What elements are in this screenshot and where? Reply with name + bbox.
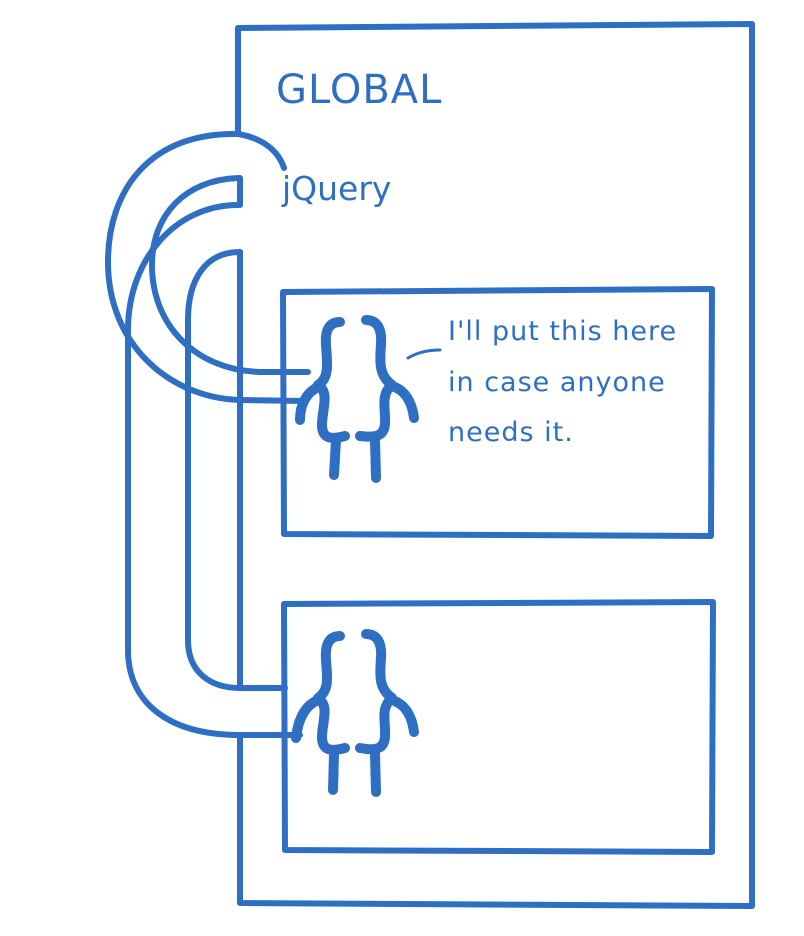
right-arm-2 — [387, 695, 419, 737]
left-leg-1 — [329, 435, 341, 480]
right-leg-2 — [370, 749, 381, 797]
reference-tube-1-cap — [235, 131, 287, 171]
note-line-2: in case anyone — [448, 367, 666, 398]
left-arm-2 — [291, 695, 323, 743]
global-scope-title: GLOBAL — [276, 67, 442, 113]
left-arm-1 — [295, 381, 325, 425]
scope-diagram: GLOBAL jQuery I'll put this here in case… — [105, 21, 755, 909]
scope-creature-1 — [295, 315, 419, 483]
left-brace-2 — [313, 631, 350, 755]
left-leg-2 — [328, 749, 339, 795]
note-line-1: I'll put this here — [448, 316, 677, 347]
note-line-3: needs it. — [448, 417, 574, 448]
inner-scope-box-2 — [281, 599, 716, 855]
reference-tube-2-inner — [185, 249, 288, 691]
scope-creature-2 — [291, 629, 419, 797]
global-scope-box — [235, 21, 755, 909]
right-leg-1 — [370, 435, 381, 483]
left-brace-1 — [313, 317, 350, 443]
right-brace-2 — [355, 629, 397, 755]
right-brace-1 — [355, 315, 397, 442]
variable-name: jQuery — [281, 169, 391, 208]
speech-line — [406, 348, 442, 360]
right-arm-1 — [387, 381, 419, 423]
